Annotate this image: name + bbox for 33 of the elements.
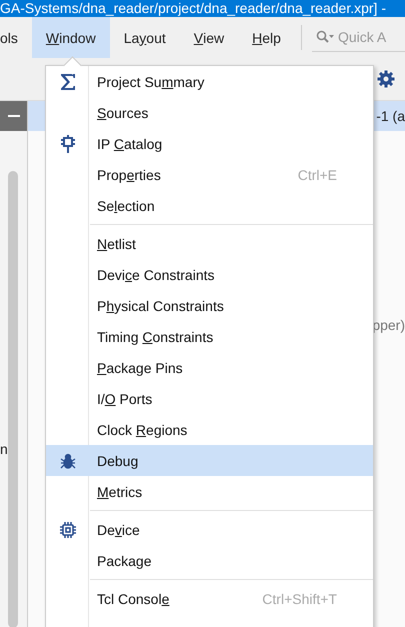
menu-bar-item[interactable]: ols: [0, 17, 32, 58]
menu-bar-item[interactable]: Layout: [110, 17, 180, 58]
menu-item[interactable]: Debug: [46, 445, 373, 476]
sigma-icon: [60, 72, 76, 90]
menu-item[interactable]: Device: [46, 514, 373, 545]
content-text: pper): [372, 317, 405, 335]
scrollbar-thumb[interactable]: [8, 171, 18, 627]
menu-item[interactable]: Device Constraints: [46, 259, 373, 290]
window-title: GA-Systems/dna_reader/project/dna_reader/dna_reader.xpr] -: [0, 0, 405, 17]
menu-bar-item[interactable]: View: [180, 17, 238, 58]
menu-item[interactable]: Metrics: [46, 476, 373, 507]
menu-item[interactable]: Sources: [46, 97, 373, 128]
menu-item[interactable]: Package: [46, 545, 373, 576]
panel-text: n: [0, 441, 8, 459]
menu-item[interactable]: Netlist: [46, 228, 373, 259]
settings-icon[interactable]: [377, 70, 395, 88]
minimize-icon[interactable]: [8, 115, 20, 117]
menu-item[interactable]: Package Pins: [46, 352, 373, 383]
menu-item[interactable]: Timing Constraints: [46, 321, 373, 352]
search-icon: [316, 30, 334, 44]
menu-bar-item[interactable]: Help: [238, 17, 295, 58]
chip-icon: [60, 522, 76, 538]
menu-item[interactable]: Clock Regions: [46, 414, 373, 445]
menu-item[interactable]: Physical Constraints: [46, 290, 373, 321]
panel-title: -1 (a: [376, 108, 405, 124]
menu-item[interactable]: IP Catalog: [46, 128, 373, 159]
menu-item[interactable]: Properties Ctrl+E: [46, 159, 373, 190]
bug-icon: [60, 452, 76, 468]
menu-bar-item[interactable]: Window: [32, 17, 110, 58]
menu-item[interactable]: I/O Ports: [46, 383, 373, 414]
menu-item[interactable]: Tcl Console Ctrl+Shift+T: [46, 583, 373, 614]
plug-icon: [60, 134, 76, 152]
menu-item[interactable]: Selection: [46, 190, 373, 221]
